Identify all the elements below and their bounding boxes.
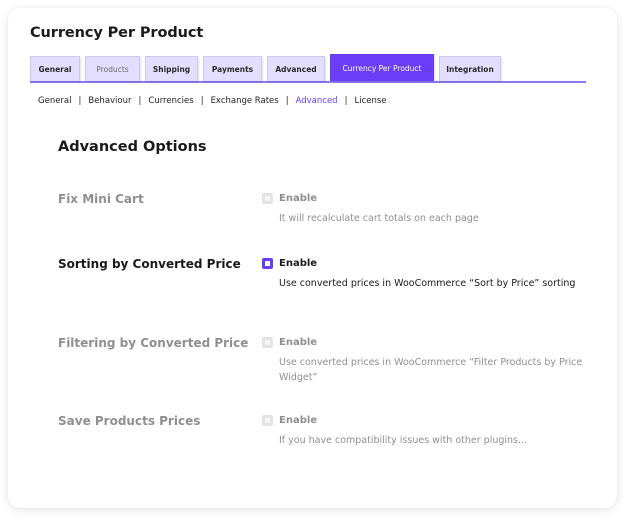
option-description: If you have compatibility issues with ot… <box>279 435 528 446</box>
subnav-license[interactable]: License <box>354 96 386 106</box>
settings-card: Currency Per Product General Products Sh… <box>8 8 617 508</box>
checkbox-checked-icon[interactable] <box>262 258 273 269</box>
checkbox-icon[interactable] <box>262 337 273 348</box>
option-label: Save Products Prices <box>58 414 201 428</box>
subnav-separator: | <box>78 96 82 106</box>
sub-navigation: General | Behaviour | Currencies | Excha… <box>38 96 387 106</box>
fix-mini-cart-checkbox[interactable]: Enable <box>262 193 592 204</box>
checkbox-icon[interactable] <box>262 193 273 204</box>
subnav-separator: | <box>138 96 142 106</box>
subnav-behaviour[interactable]: Behaviour <box>88 96 131 106</box>
checkbox-label: Enable <box>279 415 318 426</box>
subnav-general[interactable]: General <box>38 96 72 106</box>
subnav-currencies[interactable]: Currencies <box>148 96 193 106</box>
tab-advanced[interactable]: Advanced <box>267 56 325 81</box>
subnav-separator: | <box>344 96 348 106</box>
filtering-by-converted-price-checkbox[interactable]: Enable <box>262 337 592 348</box>
subnav-separator: | <box>200 96 204 106</box>
checkbox-icon[interactable] <box>262 415 273 426</box>
tab-payments[interactable]: Payments <box>203 56 262 81</box>
tab-products[interactable]: Products <box>85 56 140 81</box>
checkbox-label: Enable <box>279 258 318 269</box>
option-description: Use converted prices in WooCommerce “Sor… <box>279 278 576 289</box>
page-title: Currency Per Product <box>30 25 204 41</box>
save-products-prices-checkbox[interactable]: Enable <box>262 415 592 426</box>
option-label: Fix Mini Cart <box>58 192 144 206</box>
subnav-advanced[interactable]: Advanced <box>296 96 338 106</box>
option-description: It will recalculate cart totals on each … <box>279 213 479 224</box>
tab-bar: General Products Shipping Payments Advan… <box>30 54 586 83</box>
tab-shipping[interactable]: Shipping <box>145 56 198 81</box>
checkbox-label: Enable <box>279 193 318 204</box>
option-label: Filtering by Converted Price <box>58 336 249 350</box>
tab-currency-per-product[interactable]: Currency Per Product <box>330 54 434 81</box>
checkbox-label: Enable <box>279 337 318 348</box>
subnav-separator: | <box>285 96 289 106</box>
option-description: Use converted prices in WooCommerce “Fil… <box>279 357 583 383</box>
option-label: Sorting by Converted Price <box>58 257 241 271</box>
sorting-by-converted-price-checkbox[interactable]: Enable <box>262 258 592 269</box>
tab-general[interactable]: General <box>30 56 80 81</box>
tab-integration[interactable]: Integration <box>439 56 501 81</box>
section-title: Advanced Options <box>58 139 207 155</box>
subnav-exchange-rates[interactable]: Exchange Rates <box>211 96 279 106</box>
